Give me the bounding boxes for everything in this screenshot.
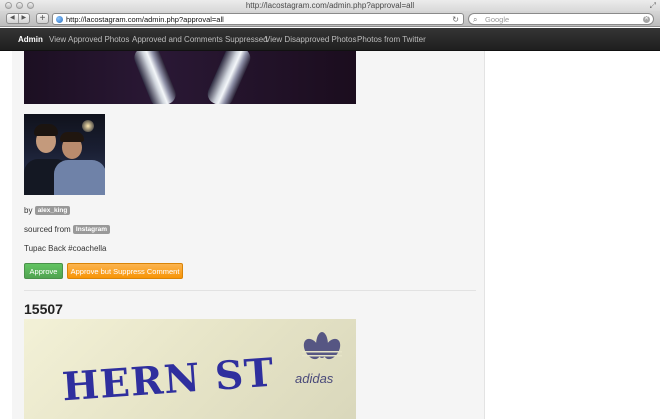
clear-search-icon[interactable]: ✕ [643, 16, 650, 23]
search-field[interactable]: ⌕ Google ✕ [468, 13, 654, 25]
sourced-from-label: sourced from [24, 225, 71, 234]
back-forward-buttons: ◀ ▶ [6, 13, 30, 24]
search-placeholder[interactable]: Google [485, 14, 509, 25]
nav-brand-admin[interactable]: Admin [18, 28, 43, 51]
globe-icon [56, 16, 63, 23]
nav-photos-from-twitter[interactable]: Photos from Twitter [357, 28, 426, 51]
adidas-trefoil-logo [302, 332, 342, 360]
admin-navbar: Admin View Approved Photos Approved and … [0, 28, 660, 51]
nav-view-approved-photos[interactable]: View Approved Photos [49, 28, 129, 51]
post-divider [24, 290, 476, 291]
by-label: by [24, 206, 33, 215]
window-title: http://lacostagram.com/admin.php?approva… [245, 1, 415, 10]
reload-icon[interactable]: ↻ [452, 14, 459, 25]
approve-button[interactable]: Approve [24, 263, 63, 279]
username-badge: alex_king [34, 206, 71, 216]
fullscreen-icon[interactable]: ⤢ [650, 1, 656, 10]
address-bar[interactable]: http://lacostagram.com/admin.php?approva… [52, 13, 464, 25]
search-icon: ⌕ [473, 15, 478, 24]
browser-toolbar: ◀ ▶ + http://lacostagram.com/admin.php?a… [0, 11, 660, 27]
post-id-heading: 15507 [24, 301, 63, 317]
add-bookmark-button[interactable]: + [36, 13, 49, 24]
post-author-line: by alex_king [24, 205, 71, 217]
main-content: by alex_king sourced from Instagram Tupa… [12, 51, 485, 419]
post-caption: Tupac Back #coachella [24, 244, 107, 253]
source-badge: Instagram [72, 225, 110, 235]
nav-view-disapproved-photos[interactable]: View Disapproved Photos [265, 28, 356, 51]
nav-approved-comments-suppressed[interactable]: Approved and Comments Suppressed [132, 28, 268, 51]
window-titlebar: http://lacostagram.com/admin.php?approva… [0, 0, 660, 11]
back-button[interactable]: ◀ [7, 14, 19, 23]
post-source-line: sourced from Instagram [24, 224, 110, 236]
url-text[interactable]: http://lacostagram.com/admin.php?approva… [66, 14, 224, 25]
adidas-brand-text: adidas [295, 371, 334, 386]
approve-suppress-comment-button[interactable]: Approve but Suppress Comment [67, 263, 183, 279]
next-post-photo: HERN ST adidas [24, 319, 356, 419]
shirt-print-text: HERN ST [60, 349, 276, 411]
forward-button[interactable]: ▶ [19, 14, 30, 23]
post-large-photo [24, 51, 356, 104]
post-thumbnail-photo [24, 114, 105, 195]
